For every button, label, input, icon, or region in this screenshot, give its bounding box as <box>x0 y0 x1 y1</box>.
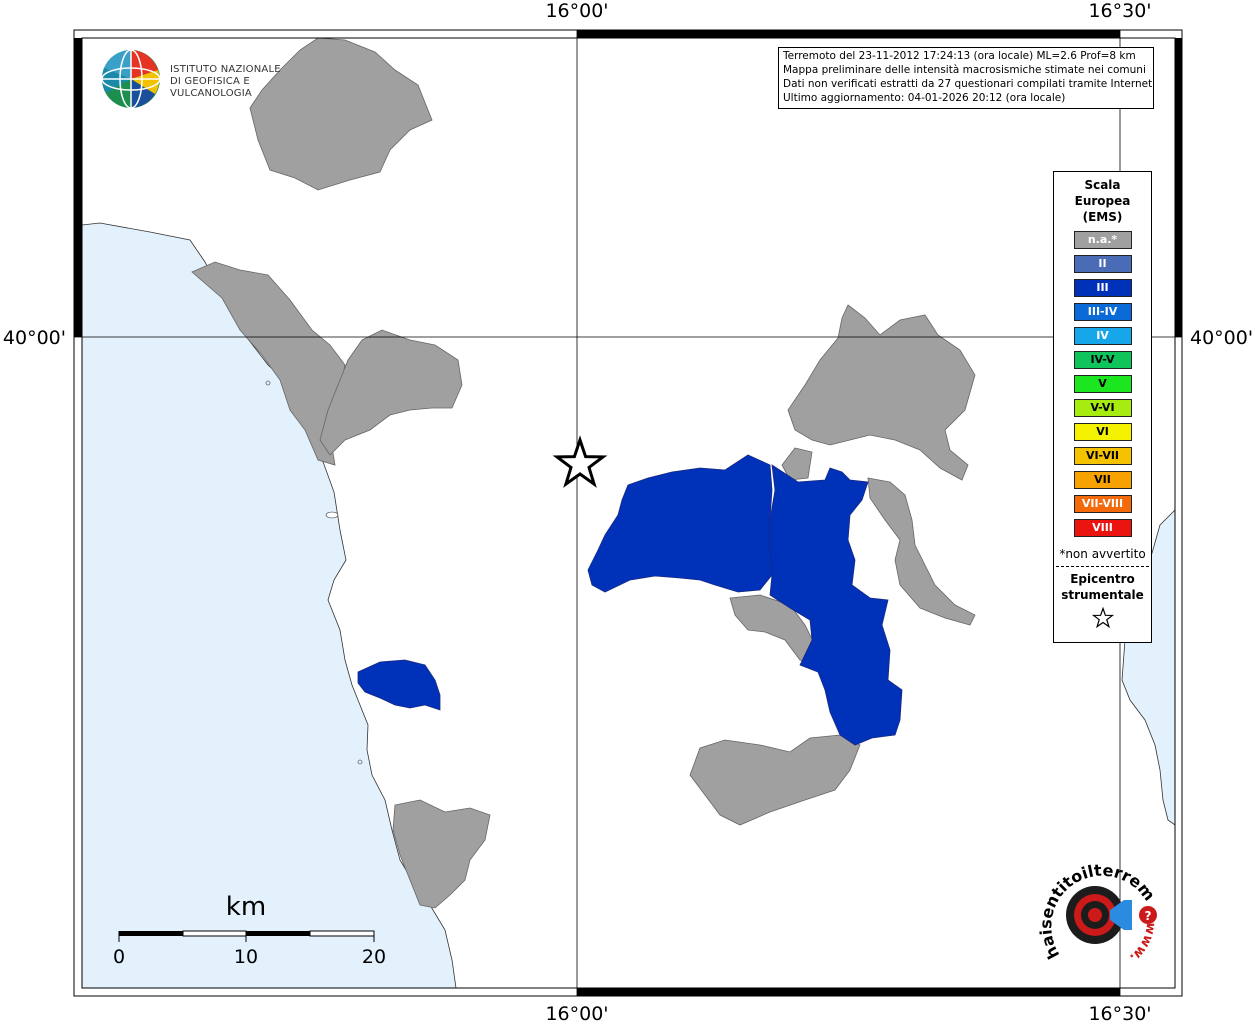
event-info-line: Terremoto del 23-11-2012 17:24:13 (ora l… <box>783 50 1136 62</box>
legend-swatch: III <box>1073 279 1132 297</box>
scale-segment <box>119 931 183 936</box>
legend-swatch: VII-VIII <box>1073 495 1132 513</box>
legend-epicenter-line: strumentale <box>1061 588 1144 602</box>
ingv-logo: ISTITUTO NAZIONALE DI GEOFISICA E VULCAN… <box>100 48 315 110</box>
legend-divider <box>1056 566 1149 567</box>
ems-legend: Scala Europea (EMS) n.a.* II III III-IV IV IV… <box>1053 171 1152 643</box>
ingv-name: ISTITUTO NAZIONALE DI GEOFISICA E VULCAN… <box>170 64 315 100</box>
legend-note: *non avvertito <box>1059 547 1146 561</box>
scale-segment <box>182 930 247 937</box>
scale-tick-label: 10 <box>234 946 258 968</box>
legend-epicenter-label: Epicentro strumentale <box>1054 571 1151 603</box>
legend-title-line: (EMS) <box>1082 210 1123 224</box>
scale-bar: km 0 10 20 <box>110 890 400 980</box>
legend-swatch: VII <box>1073 471 1132 489</box>
lon-label-bottom: 16°00' <box>545 1003 608 1024</box>
ingv-line: ISTITUTO NAZIONALE <box>170 64 281 75</box>
lon-label-bottom: 16°30' <box>1088 1003 1151 1024</box>
lon-label-top: 16°30' <box>1088 0 1151 22</box>
event-info-box: Terremoto del 23-11-2012 17:24:13 (ora l… <box>778 47 1154 109</box>
scale-tick-label: 0 <box>113 946 125 968</box>
lat-label-left: 40°00' <box>3 327 66 349</box>
legend-swatch: II <box>1073 255 1132 273</box>
lon-label-top: 16°00' <box>545 0 608 22</box>
globe-icon <box>101 49 161 109</box>
svg-text:?: ? <box>1145 909 1152 923</box>
legend-swatch: V-VI <box>1073 399 1132 417</box>
hsi-badge[interactable]: haisentitoilterremoto.it www. ? <box>1027 845 1162 980</box>
frame-segment <box>74 38 82 337</box>
event-info-line: Dati non verificati estratti da 27 quest… <box>783 78 1154 90</box>
frame-segment <box>1175 38 1182 337</box>
islet <box>325 511 339 519</box>
frame-segment <box>577 988 1120 996</box>
legend-swatch: IV-V <box>1073 351 1132 369</box>
star-icon <box>1091 606 1114 629</box>
legend-swatch: III-IV <box>1073 303 1132 321</box>
legend-star-wrap <box>1054 606 1151 633</box>
legend-title-line: Scala <box>1084 178 1121 192</box>
legend-swatch: IV <box>1073 327 1132 345</box>
scale-segment <box>246 931 310 936</box>
legend-swatch: VI <box>1073 423 1132 441</box>
frame-segment <box>577 30 1120 38</box>
ingv-line: DI GEOFISICA E VULCANOLOGIA <box>170 76 252 99</box>
scale-segment <box>309 930 375 937</box>
lat-label-right: 40°00' <box>1190 327 1253 349</box>
legend-swatch: VI-VII <box>1073 447 1132 465</box>
legend-swatches: n.a.* II III III-IV IV IV-V V V-VI VI VI-VII VII VI… <box>1054 231 1151 537</box>
scale-tick-label: 20 <box>362 946 386 968</box>
event-info-line: Mappa preliminare delle intensità macros… <box>783 64 1146 76</box>
scale-unit: km <box>226 892 266 922</box>
legend-swatch: n.a.* <box>1073 231 1132 249</box>
legend-swatch: VIII <box>1073 519 1132 537</box>
legend-title-line: Europea <box>1074 194 1131 208</box>
event-info-line: Ultimo aggiornamento: 04-01-2026 20:12 (… <box>783 92 1066 104</box>
legend-title: Scala Europea (EMS) <box>1054 177 1151 225</box>
legend-epicenter-line: Epicentro <box>1070 572 1135 586</box>
legend-swatch: V <box>1073 375 1132 393</box>
